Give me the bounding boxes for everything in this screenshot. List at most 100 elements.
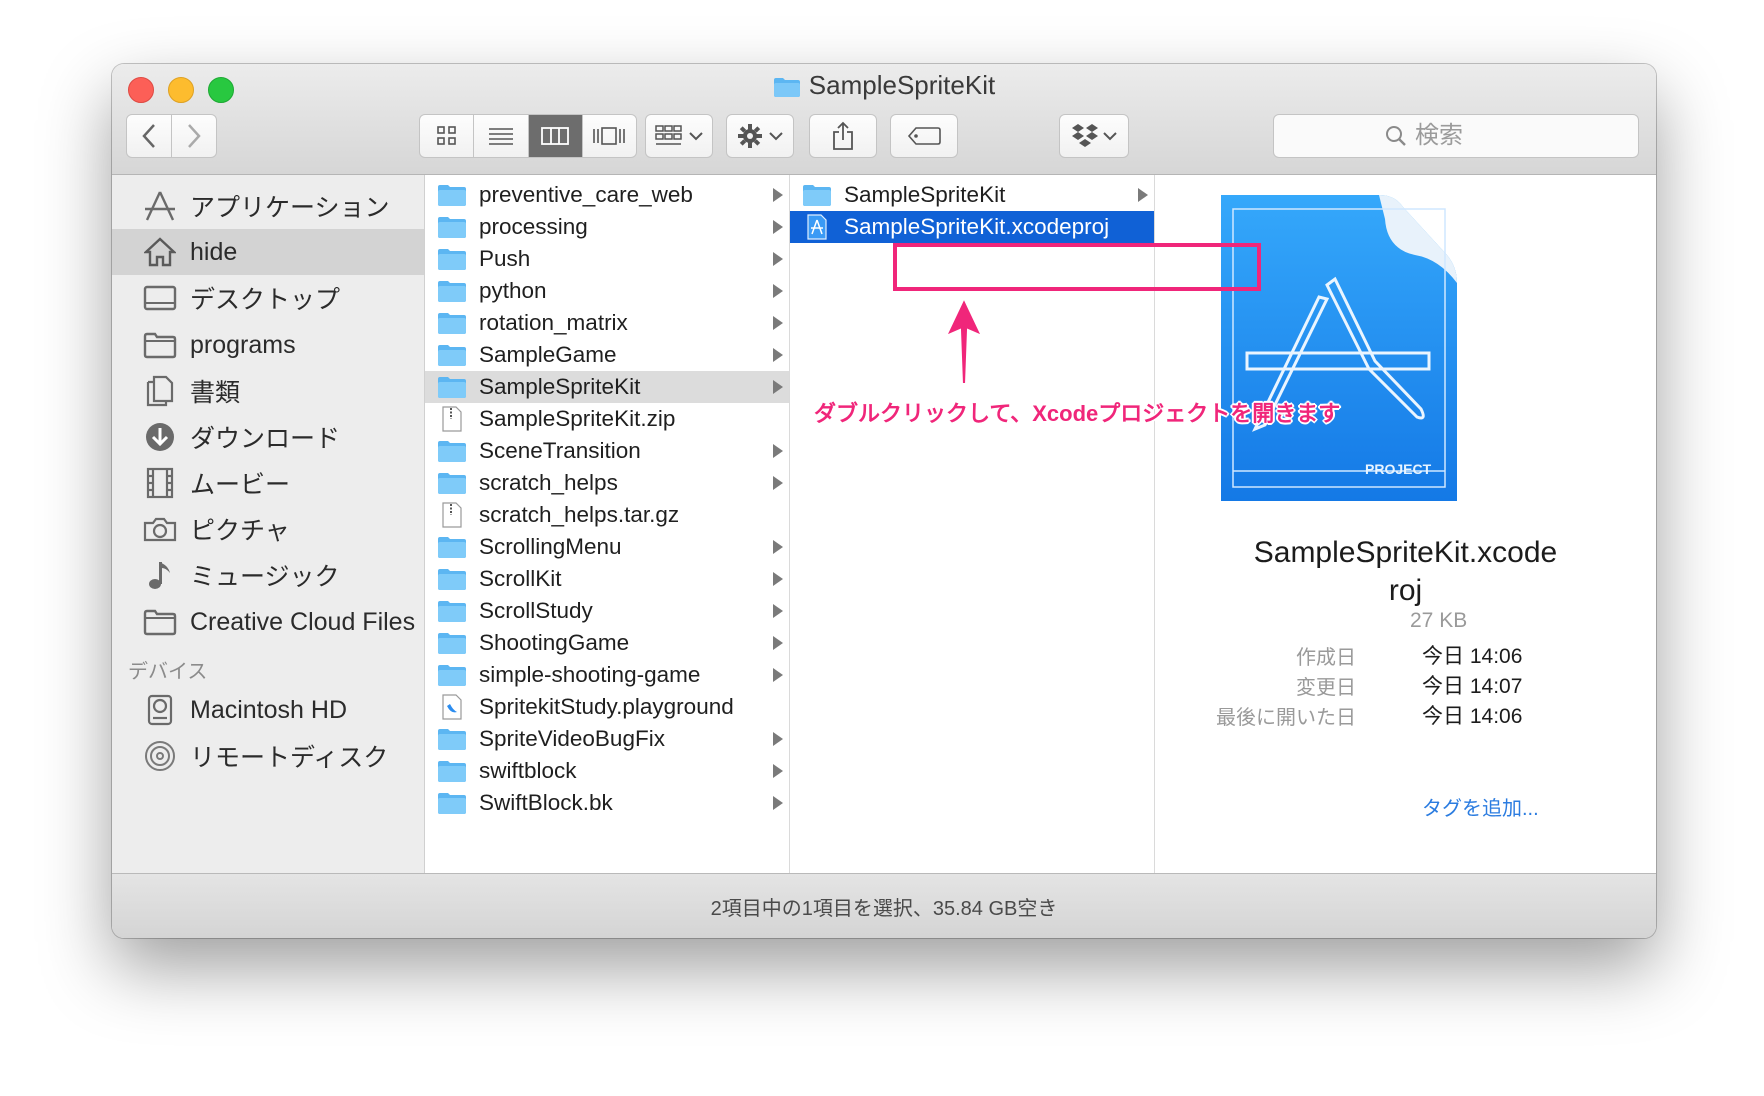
folder-icon: [437, 183, 467, 207]
list-item[interactable]: ScrollingMenu: [425, 531, 789, 563]
arrange-button[interactable]: [645, 114, 713, 158]
applications-icon: [142, 188, 178, 224]
playground-icon: [437, 694, 467, 720]
list-item[interactable]: ScrollKit: [425, 563, 789, 595]
tag-button[interactable]: [890, 114, 958, 158]
sidebar-item-hide[interactable]: hide: [112, 229, 424, 275]
sidebar: アプリケーション hide デスクトップ programs 書類 ダウンロード: [112, 175, 425, 873]
download-icon: [142, 419, 178, 455]
xcodeproj-large-icon: PROJECT: [1219, 189, 1459, 514]
xcodeproj-icon: [802, 214, 832, 240]
coverflow-view-button[interactable]: [583, 115, 636, 157]
disclosure-arrow-icon: [773, 476, 783, 490]
list-icon: [488, 128, 513, 145]
chevron-down-icon: [769, 132, 783, 141]
folder-icon: [437, 535, 467, 559]
list-item[interactable]: rotation_matrix: [425, 307, 789, 339]
folder-icon: [437, 663, 467, 687]
sidebar-item-pictures[interactable]: ピクチャ: [112, 506, 424, 552]
back-button[interactable]: [126, 114, 172, 158]
disclosure-arrow-icon: [773, 444, 783, 458]
sidebar-item-documents[interactable]: 書類: [112, 368, 424, 414]
list-item[interactable]: simple-shooting-game: [425, 659, 789, 691]
list-item[interactable]: SwiftBlock.bk: [425, 787, 789, 819]
share-button[interactable]: [809, 114, 877, 158]
created-value: 今日 14:06: [1422, 645, 1523, 668]
folder-icon: [437, 439, 467, 463]
folder-icon: [142, 604, 178, 640]
disclosure-arrow-icon: [773, 764, 783, 778]
desktop-icon: [142, 280, 178, 316]
gear-icon: [738, 124, 762, 148]
list-item[interactable]: ShootingGame: [425, 627, 789, 659]
list-item[interactable]: SampleSpriteKit: [790, 179, 1154, 211]
disclosure-arrow-icon: [773, 604, 783, 618]
devices-header: デバイス: [128, 661, 208, 683]
toolbar: SampleSpriteKit: [112, 64, 1656, 175]
folder-icon: [437, 375, 467, 399]
list-item[interactable]: preventive_care_web: [425, 179, 789, 211]
add-tags-link[interactable]: タグを追加...: [1422, 792, 1539, 821]
sidebar-item-applications[interactable]: アプリケーション: [112, 183, 424, 229]
list-item[interactable]: SpriteVideoBugFix: [425, 723, 789, 755]
coverflow-icon: [593, 127, 626, 145]
sidebar-item-music[interactable]: ミュージック: [112, 552, 424, 598]
camera-icon: [142, 511, 178, 547]
highlight-box: [893, 243, 1261, 291]
music-icon: [142, 557, 178, 593]
disclosure-arrow-icon: [773, 668, 783, 682]
folder-icon: [437, 471, 467, 495]
share-icon: [833, 121, 853, 150]
disclosure-arrow-icon: [773, 348, 783, 362]
icon-view-button[interactable]: [420, 115, 475, 157]
annotation-text: ダブルクリックして、Xcodeプロジェクトを開きます: [814, 401, 1341, 426]
disclosure-arrow-icon: [773, 540, 783, 554]
list-view-button[interactable]: [474, 115, 529, 157]
preview-filename: SampleSpriteKit.xcode roj: [1253, 536, 1558, 607]
list-item[interactable]: SpritekitStudy.playground: [425, 691, 789, 723]
last-opened-value: 今日 14:06: [1422, 705, 1523, 728]
list-item[interactable]: SampleSpriteKit.zip: [425, 403, 789, 435]
view-mode-control[interactable]: [419, 114, 637, 158]
disclosure-arrow-icon: [773, 252, 783, 266]
list-item[interactable]: swiftblock: [425, 755, 789, 787]
forward-button[interactable]: [171, 114, 217, 158]
list-item[interactable]: SampleGame: [425, 339, 789, 371]
column-view-button[interactable]: [528, 115, 583, 157]
search-field[interactable]: [1273, 114, 1639, 158]
home-icon: [142, 234, 178, 270]
folder-icon: [437, 343, 467, 367]
annotation-arrow: [943, 295, 985, 391]
folder-icon: [437, 215, 467, 239]
action-button[interactable]: [726, 114, 794, 158]
list-item[interactable]: python: [425, 275, 789, 307]
sidebar-item-movies[interactable]: ムービー: [112, 460, 424, 506]
sidebar-item-macintosh-hd[interactable]: Macintosh HD: [112, 687, 424, 733]
list-item-selected-folder[interactable]: SampleSpriteKit: [425, 371, 789, 403]
sidebar-item-remote-disc[interactable]: リモートディスク: [112, 733, 424, 779]
list-item[interactable]: ScrollStudy: [425, 595, 789, 627]
folder-icon: [142, 327, 178, 363]
search-input[interactable]: [1413, 121, 1527, 151]
created-label: 作成日: [1296, 647, 1356, 669]
chevron-left-icon: [142, 124, 155, 148]
list-item[interactable]: SceneTransition: [425, 435, 789, 467]
sidebar-item-desktop[interactable]: デスクトップ: [112, 275, 424, 321]
dropbox-button[interactable]: [1059, 114, 1129, 158]
disclosure-arrow-icon: [773, 732, 783, 746]
sidebar-item-programs[interactable]: programs: [112, 322, 424, 368]
sidebar-item-downloads[interactable]: ダウンロード: [112, 414, 424, 460]
selected-xcodeproj-item[interactable]: SampleSpriteKit.xcodeproj: [790, 211, 1154, 243]
folder-icon: [437, 599, 467, 623]
list-item[interactable]: scratch_helps: [425, 467, 789, 499]
disclosure-arrow-icon: [773, 284, 783, 298]
window-title: SampleSpriteKit: [112, 70, 1656, 105]
sidebar-item-creative-cloud[interactable]: Creative Cloud Files: [112, 599, 424, 645]
finder-window: SampleSpriteKit 検索 アプリケーション hide デスクトップ …: [112, 64, 1656, 938]
list-item[interactable]: Push: [425, 243, 789, 275]
folder-icon: [437, 759, 467, 783]
list-item[interactable]: scratch_helps.tar.gz: [425, 499, 789, 531]
search-icon: [1386, 126, 1406, 146]
folder-icon: [437, 279, 467, 303]
list-item[interactable]: processing: [425, 211, 789, 243]
